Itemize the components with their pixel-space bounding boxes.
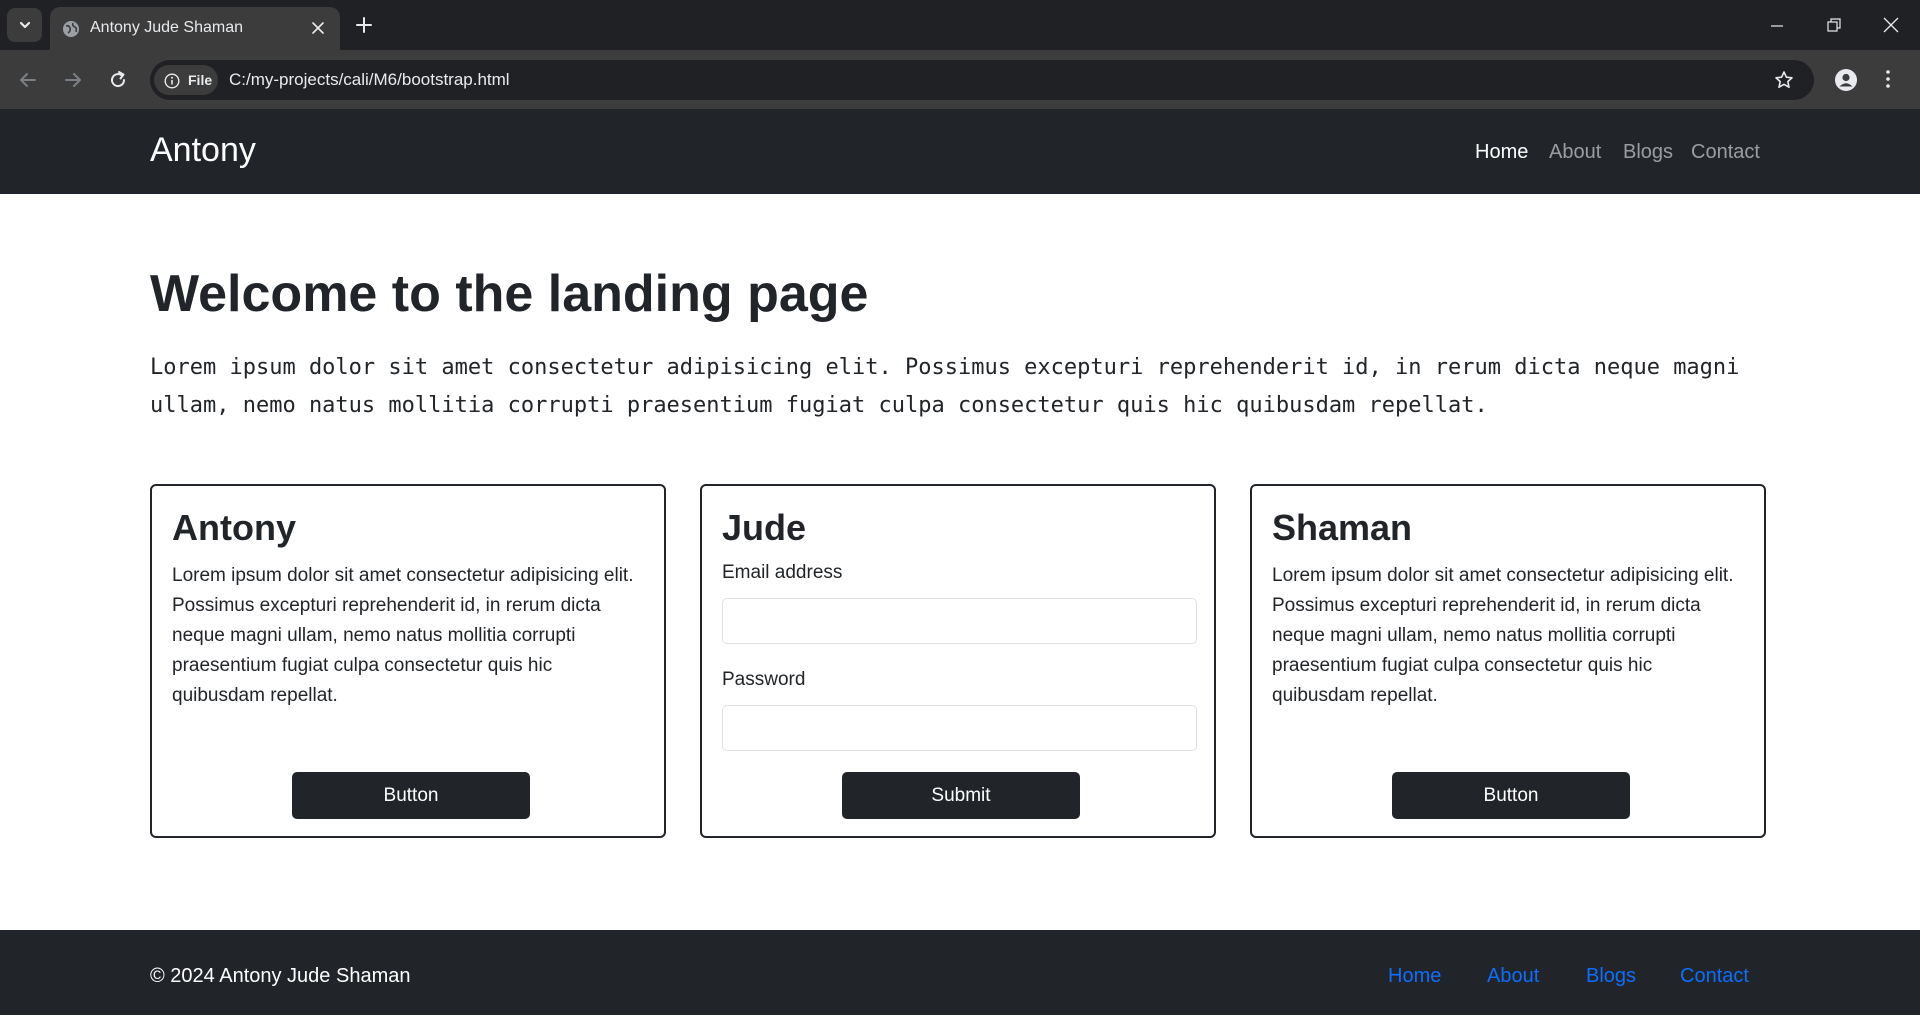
footer-link-contact[interactable]: Contact	[1680, 965, 1749, 988]
globe-icon	[62, 20, 80, 38]
user-icon[interactable]	[1834, 68, 1858, 92]
minimize-icon[interactable]	[1769, 18, 1785, 34]
nav-link-about[interactable]: About	[1549, 141, 1601, 164]
site-info-chip[interactable]: File	[154, 65, 218, 95]
card-button[interactable]: Button	[292, 772, 530, 819]
card-jude-login-form: Jude Email address Password Submit	[700, 484, 1216, 838]
kebab-menu-icon[interactable]	[1884, 69, 1892, 89]
card-title: Jude	[722, 507, 807, 548]
nav-link-blogs[interactable]: Blogs	[1623, 141, 1673, 164]
card-antony: Antony Lorem ipsum dolor sit amet consec…	[150, 484, 666, 838]
footer-link-about[interactable]: About	[1487, 965, 1539, 988]
site-navbar: Antony Home About Blogs Contact	[0, 109, 1920, 194]
restore-icon[interactable]	[1826, 17, 1842, 33]
url-text[interactable]: C:/my-projects/cali/M6/bootstrap.html	[229, 70, 510, 90]
arrow-left-icon[interactable]	[17, 69, 39, 91]
email-field[interactable]	[722, 598, 1197, 644]
tab-title: Antony Jude Shaman	[90, 19, 243, 36]
footer-link-home[interactable]: Home	[1388, 965, 1441, 988]
browser-toolbar: File C:/my-projects/cali/M6/bootstrap.ht…	[0, 50, 1920, 109]
info-icon	[164, 73, 180, 89]
card-title: Shaman	[1272, 507, 1413, 548]
card-shaman: Shaman Lorem ipsum dolor sit amet consec…	[1250, 484, 1766, 838]
close-icon[interactable]	[310, 20, 326, 36]
footer-link-blogs[interactable]: Blogs	[1586, 965, 1636, 988]
copyright-text: © 2024 Antony Jude Shaman	[150, 965, 411, 987]
browser-tab-strip: Antony Jude Shaman	[0, 0, 1920, 50]
tab-list-button[interactable]	[7, 8, 42, 42]
card-text: Lorem ipsum dolor sit amet consectetur a…	[1272, 565, 1734, 706]
browser-tab[interactable]: Antony Jude Shaman	[50, 7, 340, 50]
chevron-down-icon	[18, 18, 32, 32]
site-footer: © 2024 Antony Jude Shaman Home About Blo…	[0, 930, 1920, 1015]
submit-button[interactable]: Submit	[842, 772, 1080, 819]
window-close-icon[interactable]	[1882, 16, 1900, 34]
address-bar[interactable]: File C:/my-projects/cali/M6/bootstrap.ht…	[150, 60, 1814, 100]
nav-link-home[interactable]: Home	[1475, 141, 1528, 164]
hero-text: Lorem ipsum dolor sit amet consectetur a…	[150, 355, 1740, 418]
plus-icon[interactable]	[352, 13, 376, 37]
card-button[interactable]: Button	[1392, 772, 1630, 819]
password-label: Password	[722, 669, 806, 690]
card-text: Lorem ipsum dolor sit amet consectetur a…	[172, 565, 634, 706]
arrow-right-icon[interactable]	[62, 69, 84, 91]
star-icon[interactable]	[1774, 70, 1794, 90]
card-title: Antony	[172, 507, 296, 548]
nav-link-contact[interactable]: Contact	[1691, 141, 1760, 164]
site-chip-label: File	[188, 72, 213, 88]
navbar-brand[interactable]: Antony	[150, 131, 256, 170]
password-field[interactable]	[722, 705, 1197, 751]
page-title: Welcome to the landing page	[150, 265, 869, 323]
reload-icon[interactable]	[107, 69, 129, 91]
email-label: Email address	[722, 562, 843, 583]
